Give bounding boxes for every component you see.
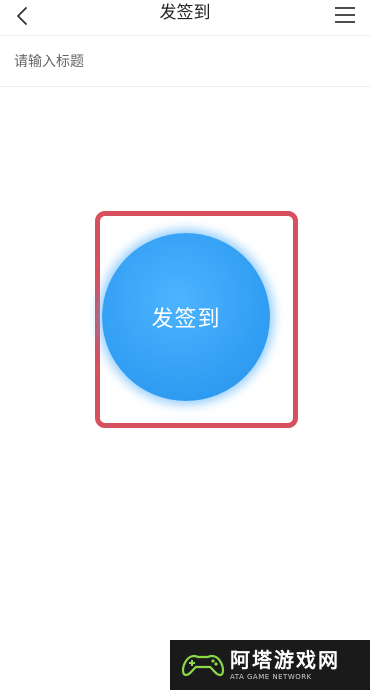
menu-button[interactable] xyxy=(332,3,358,27)
watermark: 阿塔游戏网 ATA GAME NETWORK xyxy=(170,640,370,690)
hamburger-menu-icon xyxy=(335,7,355,23)
sign-in-button-label: 发签到 xyxy=(151,307,221,332)
watermark-subtitle: ATA GAME NETWORK xyxy=(230,673,312,681)
gamepad-logo-icon xyxy=(181,654,225,677)
watermark-title: 阿塔游戏网 xyxy=(230,648,340,672)
page-title: 发签到 xyxy=(159,3,211,23)
title-input[interactable] xyxy=(0,37,370,87)
top-bar: 发签到 xyxy=(0,0,370,36)
sign-in-button[interactable]: 发签到 xyxy=(102,233,270,401)
